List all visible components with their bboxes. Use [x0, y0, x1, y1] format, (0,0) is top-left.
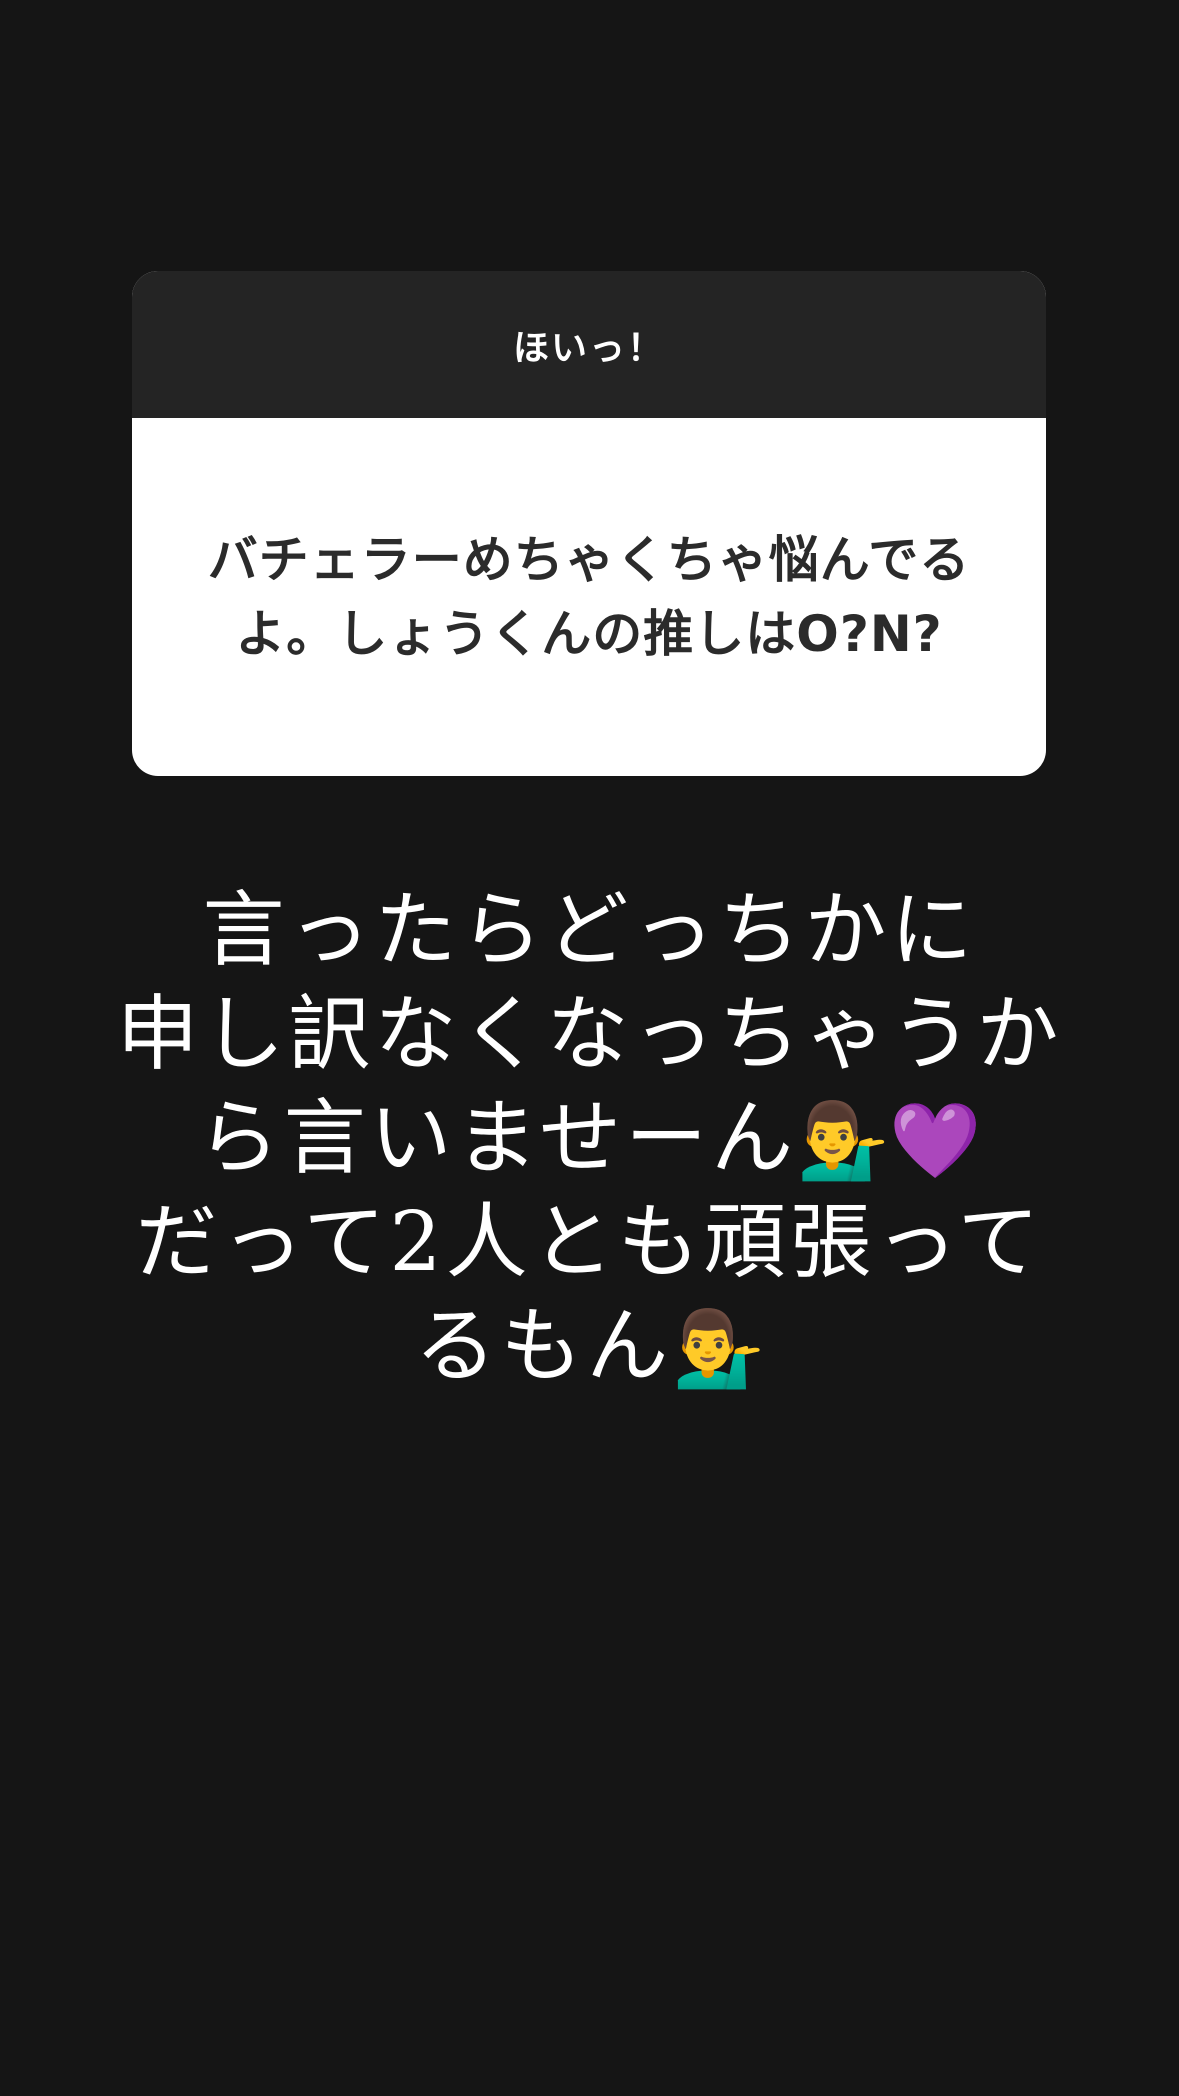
reply-line-text: るもん [414, 1299, 673, 1394]
question-sticker-title: ほいっ！ [512, 327, 665, 369]
reply-line: 言ったらどっちかに [60, 880, 1119, 984]
reply-line: 申し訳なくなっちゃうか [60, 984, 1119, 1088]
question-sticker-header: ほいっ！ [132, 271, 1046, 418]
reply-line-text: 言ったらどっちかに [202, 883, 977, 978]
question-text: バチェラーめちゃくちゃ悩んでるよ。しょうくんの推しはO?N? [207, 531, 971, 663]
story-canvas: ほいっ！ バチェラーめちゃくちゃ悩んでるよ。しょうくんの推しはO?N? 言ったら… [0, 0, 1179, 2096]
reply-line-text: 申し訳なくなっちゃうか [116, 987, 1063, 1082]
reply-line: ら言いませーん💁‍♂️💜 [60, 1088, 1119, 1192]
reply-line: だって2人とも頑張って [60, 1192, 1119, 1296]
reply-line-text: ら言いませーん [197, 1091, 798, 1186]
question-sticker[interactable]: ほいっ！ バチェラーめちゃくちゃ悩んでるよ。しょうくんの推しはO?N? [132, 271, 1046, 776]
person-tipping-hand-and-purple-heart-emoji: 💁‍♂️💜 [797, 1098, 982, 1184]
person-tipping-hand-emoji: 💁‍♂️ [672, 1306, 765, 1392]
reply-line-text: だって2人とも頑張って [135, 1195, 1044, 1290]
reply-text: 言ったらどっちかに 申し訳なくなっちゃうか ら言いませーん💁‍♂️💜 だって2人… [60, 880, 1119, 1400]
reply-line: るもん💁‍♂️ [60, 1296, 1119, 1400]
question-sticker-body: バチェラーめちゃくちゃ悩んでるよ。しょうくんの推しはO?N? [132, 418, 1046, 776]
